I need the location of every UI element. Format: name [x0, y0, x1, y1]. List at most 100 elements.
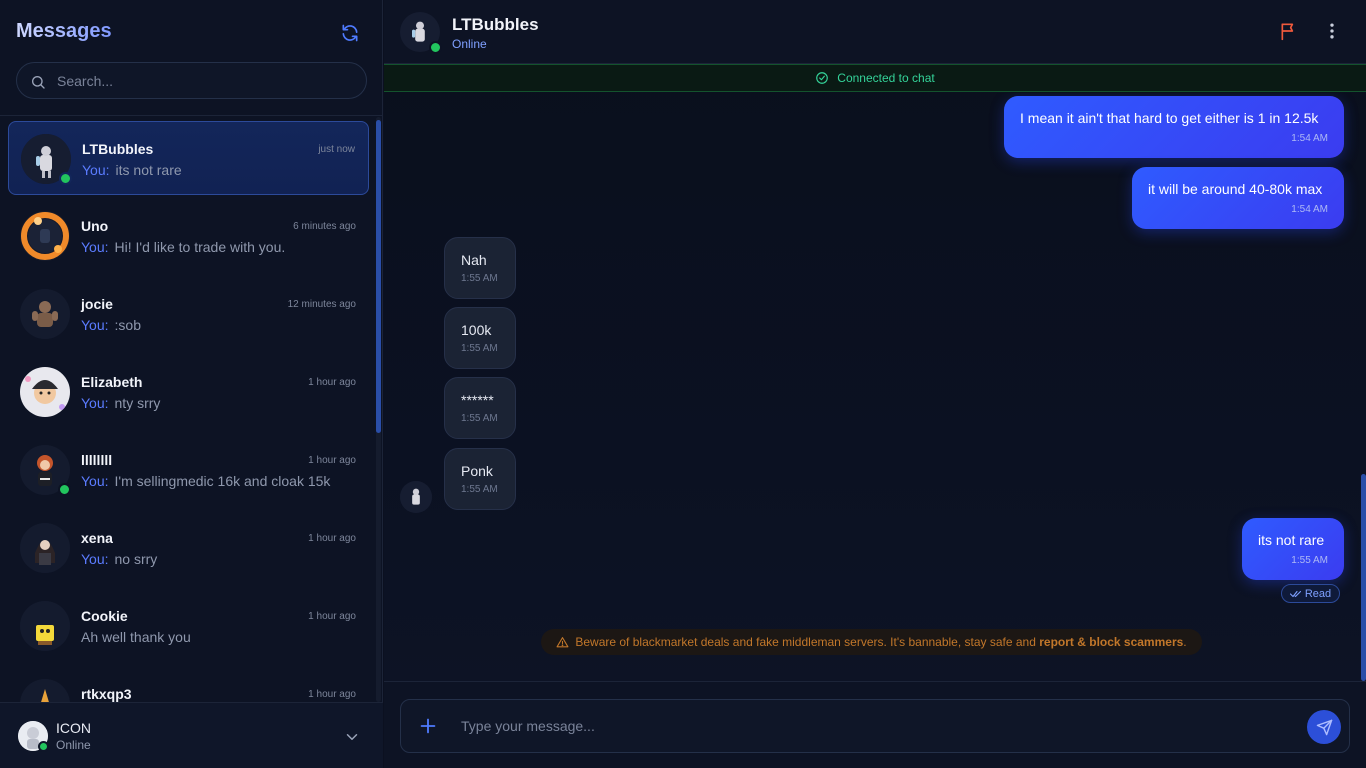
preview-text: Hi! I'd like to trade with you. — [114, 239, 286, 255]
message-list: I mean it ain't that hard to get either … — [384, 93, 1366, 681]
conversation-preview: You: I'm sellingmedic 16k and cloak 15k — [81, 473, 351, 489]
conversation-preview: You: nty srry — [81, 395, 351, 411]
message-bubble-outgoing: its not rare 1:55 AM — [1242, 518, 1344, 580]
online-indicator — [429, 41, 442, 54]
report-block-link[interactable]: report & block scammers — [1039, 635, 1183, 649]
online-indicator — [58, 483, 71, 496]
conversation-name: Elizabeth — [81, 374, 143, 390]
conversation-item-elizabeth[interactable]: Elizabeth 1 hour ago You: nty srry — [8, 355, 369, 429]
sender-avatar — [400, 481, 432, 513]
avatar — [20, 601, 70, 651]
you-label: You: — [81, 239, 109, 255]
current-user-avatar — [18, 721, 49, 752]
message-bubble-incoming: Nah 1:55 AM — [444, 237, 516, 299]
sidebar-scrollbar[interactable] — [376, 117, 381, 702]
avatar — [20, 523, 70, 573]
message-input[interactable] — [461, 710, 1281, 742]
you-label: You: — [81, 551, 109, 567]
more-vertical-icon — [1330, 23, 1334, 39]
conversation-name: Uno — [81, 218, 109, 234]
chat-scrollbar-thumb[interactable] — [1361, 474, 1366, 681]
send-button[interactable] — [1307, 710, 1341, 744]
message-bubble-incoming: ****** 1:55 AM — [444, 377, 516, 439]
preview-text: nty srry — [114, 395, 161, 411]
conversation-item-jocie[interactable]: jocie 12 minutes ago You::sob — [8, 277, 369, 351]
read-label: Read — [1304, 587, 1332, 600]
contact-name[interactable]: LTBubbles — [452, 15, 539, 35]
current-user-status: Online — [56, 738, 91, 752]
avatar — [21, 134, 72, 185]
conversation-time: just now — [318, 144, 355, 155]
attach-button[interactable] — [417, 715, 439, 737]
warning-suffix: . — [1183, 635, 1187, 649]
search-input[interactable] — [57, 63, 357, 98]
more-options-button[interactable] — [1322, 21, 1346, 45]
message-bubble-incoming: 100k 1:55 AM — [444, 307, 516, 369]
warning-text-main: Beware of blackmarket deals and fake mid… — [575, 635, 1040, 649]
conversation-time: 12 minutes ago — [287, 299, 356, 310]
warning-text: Beware of blackmarket deals and fake mid… — [575, 635, 1186, 649]
sidebar-header: Messages — [0, 0, 383, 116]
preview-text: its not rare — [115, 162, 182, 178]
current-user-name: ICON — [56, 720, 91, 736]
you-label: You: — [82, 162, 110, 178]
report-button[interactable] — [1279, 21, 1303, 45]
message-text: I mean it ain't that hard to get either … — [1020, 110, 1319, 126]
conversation-preview: You: Hi! I'd like to trade with you. — [81, 239, 351, 255]
message-bubble-incoming: Ponk 1:55 AM — [444, 448, 516, 510]
refresh-button[interactable] — [338, 21, 362, 45]
message-text: 100k — [461, 322, 492, 338]
composer-area — [384, 681, 1366, 768]
conversation-item-uno[interactable]: Uno 6 minutes ago You: Hi! I'd like to tr… — [8, 199, 369, 273]
conversation-preview: You::sob — [81, 317, 351, 333]
sidebar-title: Messages — [16, 20, 112, 42]
online-indicator — [38, 741, 49, 752]
conversation-name: jocie — [81, 296, 113, 312]
message-time: 1:54 AM — [1291, 204, 1328, 215]
chat-panel: LTBubbles Online Connected to chat I mea… — [384, 0, 1366, 768]
conversation-name: llllllll — [81, 452, 113, 468]
search-box — [16, 62, 367, 99]
message-time: 1:54 AM — [1291, 133, 1328, 144]
message-text: it will be around 40-80k max — [1148, 181, 1323, 197]
conversation-item-llllllll[interactable]: llllllll 1 hour ago You: I'm sellingmedic… — [8, 433, 369, 507]
conversation-name: xena — [81, 530, 113, 546]
preview-text: no srry — [114, 551, 158, 567]
message-text: ****** — [461, 392, 494, 408]
conversation-time: 1 hour ago — [308, 611, 356, 622]
conversation-time: 1 hour ago — [308, 455, 356, 466]
avatar — [20, 289, 70, 339]
message-time: 1:55 AM — [461, 343, 498, 354]
message-time: 1:55 AM — [461, 273, 498, 284]
connection-status-bar: Connected to chat — [384, 64, 1366, 92]
contact-status: Online — [452, 37, 487, 51]
flag-icon — [1281, 23, 1294, 41]
you-label: You: — [81, 473, 109, 489]
avatar — [20, 445, 71, 496]
conversation-preview: You: no srry — [81, 551, 351, 567]
you-label: You: — [81, 395, 109, 411]
conversation-time: 1 hour ago — [308, 689, 356, 700]
sidebar: Messages LTBubbles just now You — [0, 0, 383, 768]
conversation-item-rtkxqp3[interactable]: rtkxqp3 1 hour ago — [8, 667, 369, 702]
conversation-item-cookie[interactable]: Cookie 1 hour ago Ah well thank you — [8, 589, 369, 663]
conversation-time: 1 hour ago — [308, 377, 356, 388]
message-composer — [400, 699, 1350, 753]
warning-triangle-icon — [556, 636, 569, 647]
avatar — [20, 679, 70, 702]
plus-icon — [420, 718, 436, 734]
message-time: 1:55 AM — [461, 413, 498, 424]
conversation-item-xena[interactable]: xena 1 hour ago You: no srry — [8, 511, 369, 585]
message-time: 1:55 AM — [1291, 555, 1328, 566]
sidebar-scrollbar-thumb[interactable] — [376, 120, 381, 433]
user-menu-button[interactable] — [343, 728, 361, 751]
message-text: Ponk — [461, 463, 493, 479]
refresh-icon — [342, 24, 358, 42]
conversation-item-ltbubbles[interactable]: LTBubbles just now You: its not rare — [8, 121, 369, 195]
conversation-name: rtkxqp3 — [81, 686, 132, 702]
avatar — [20, 367, 70, 417]
avatar — [20, 211, 70, 261]
contact-avatar[interactable] — [400, 12, 442, 54]
check-circle-icon — [816, 72, 829, 84]
send-icon — [1316, 719, 1332, 735]
